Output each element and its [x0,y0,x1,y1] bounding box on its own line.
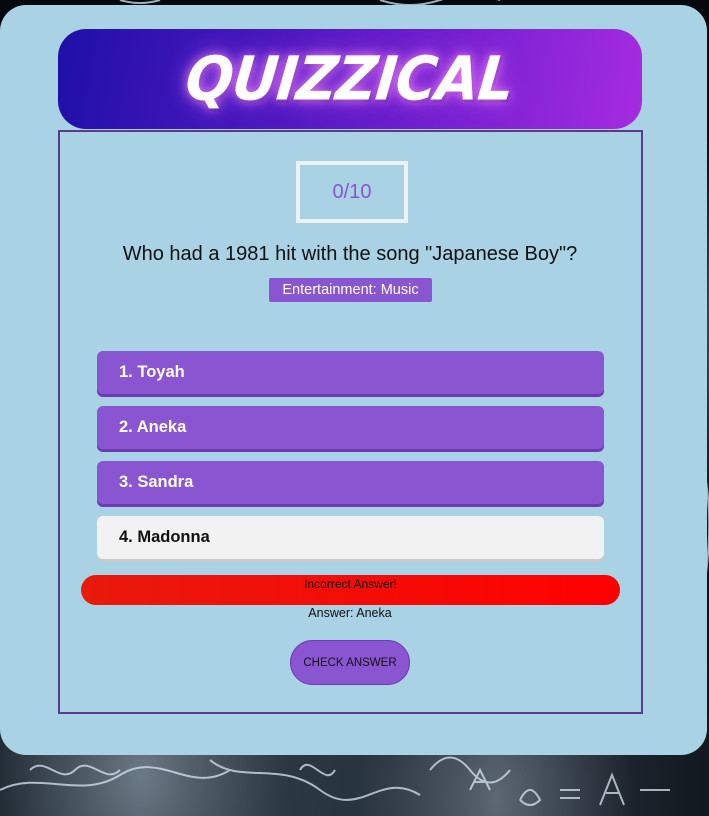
answer-option-1[interactable]: 1. Toyah [97,351,604,394]
answer-list: 1. Toyah 2. Aneka 3. Sandra 4. Madonna [97,351,604,571]
app-title: QUIZZICAL [182,43,518,115]
result-message: Incorrect Answer! [304,577,397,591]
question-text: Who had a 1981 hit with the song "Japane… [122,243,578,265]
answer-option-2[interactable]: 2. Aneka [97,406,604,449]
answer-label: 1. Toyah [119,363,185,381]
app-header: QUIZZICAL [58,29,642,129]
score-text: 0/10 [332,180,372,203]
answer-option-4[interactable]: 4. Madonna [97,516,604,559]
check-answer-label: CHECK ANSWER [303,656,397,669]
answer-option-3[interactable]: 3. Sandra [97,461,604,504]
answer-label: 2. Aneka [119,418,187,436]
category-badge: Entertainment: Music [269,278,432,302]
score-display: 0/10 [296,161,408,223]
answer-label: 3. Sandra [119,473,194,491]
result-status-bar: Incorrect Answer! [81,575,620,605]
check-answer-button[interactable]: CHECK ANSWER [290,640,410,685]
answer-label: 4. Madonna [119,528,210,546]
correct-answer-text: Answer: Aneka [308,606,392,620]
